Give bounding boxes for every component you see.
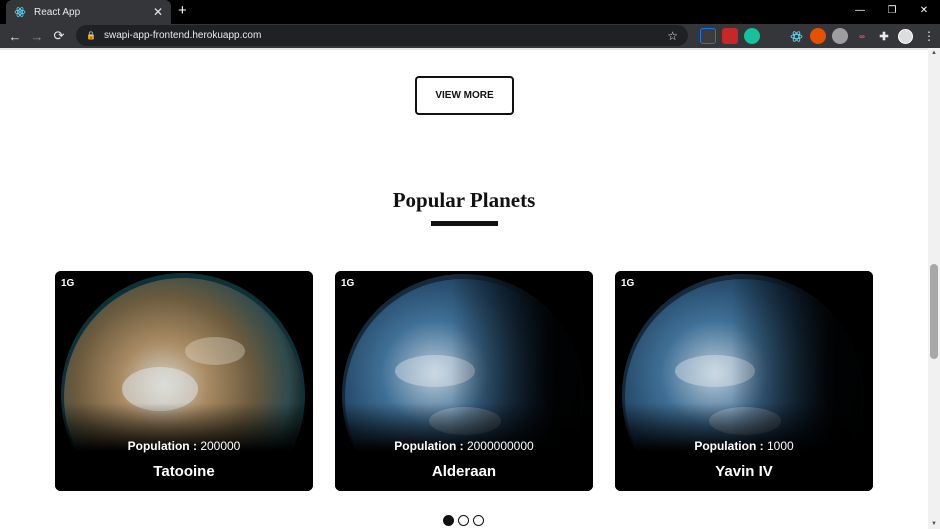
planet-card[interactable]: 1G Population : 1000 Yavin IV <box>615 271 873 491</box>
browser-menu-icon[interactable]: ⋮ <box>923 29 935 43</box>
reload-button[interactable]: ⟳ <box>48 28 70 44</box>
url-text[interactable]: swapi-app-frontend.herokuapp.com <box>104 30 667 41</box>
population-value: 2000000000 <box>466 439 534 453</box>
scroll-up-icon[interactable]: ▲ <box>931 50 937 56</box>
extensions-bar: ∞ ✚ ⋮ <box>700 28 935 44</box>
extension-pen-icon[interactable] <box>700 28 716 44</box>
resolution-badge: 1G <box>61 278 75 289</box>
page-content: VIEW MORE Popular Planets 1G Population … <box>0 50 928 529</box>
new-tab-button[interactable]: + <box>178 3 187 19</box>
restore-button[interactable]: ❐ <box>876 0 908 24</box>
planet-image <box>335 271 593 491</box>
extension-react-devtools-icon[interactable] <box>788 28 804 44</box>
section-title: Popular Planets <box>392 188 536 212</box>
close-window-button[interactable]: ✕ <box>908 0 940 24</box>
lock-icon: 🔒 <box>86 31 96 40</box>
population-value: 1000 <box>766 439 794 453</box>
population-text: Population : 200000 <box>55 439 313 453</box>
view-more-button[interactable]: VIEW MORE <box>415 76 514 115</box>
extension-grammarly-icon[interactable] <box>744 28 760 44</box>
forward-button[interactable]: → <box>26 29 48 44</box>
tab-strip: React App ✕ + — ❐ ✕ <box>0 0 940 24</box>
planet-name: Tatooine <box>153 463 215 480</box>
address-bar[interactable]: 🔒 swapi-app-frontend.herokuapp.com ☆ <box>76 25 688 46</box>
carousel-pagination <box>443 515 484 526</box>
planet-card[interactable]: 1G Population : 200000 Tatooine <box>55 271 313 491</box>
carousel-dot-2[interactable] <box>458 515 469 526</box>
planet-name: Yavin IV <box>715 463 773 480</box>
scrollbar-thumb[interactable] <box>930 264 938 359</box>
extension-pdf-icon[interactable] <box>722 28 738 44</box>
tab-title: React App <box>34 6 81 18</box>
browser-tab[interactable]: React App ✕ <box>6 0 171 24</box>
planet-card[interactable]: 1G Population : 2000000000 Alderaan <box>335 271 593 491</box>
population-label: Population : <box>694 439 764 453</box>
bookmark-star-icon[interactable]: ☆ <box>667 29 678 43</box>
extensions-puzzle-icon[interactable]: ✚ <box>876 28 892 44</box>
back-button[interactable]: ← <box>4 29 26 44</box>
planet-name: Alderaan <box>431 463 497 480</box>
planet-image <box>615 271 873 491</box>
scroll-down-icon[interactable]: ▼ <box>931 521 937 527</box>
profile-avatar[interactable] <box>898 28 913 44</box>
population-text: Population : 1000 <box>615 439 873 453</box>
page-scrollbar[interactable]: ▲ ▼ <box>928 48 940 529</box>
minimize-button[interactable]: — <box>844 0 876 24</box>
extension-orange-icon[interactable] <box>810 28 826 44</box>
react-favicon-icon <box>14 6 26 18</box>
resolution-badge: 1G <box>341 278 355 289</box>
population-value: 200000 <box>200 439 241 453</box>
extension-gauge-icon[interactable] <box>832 28 848 44</box>
tab-close-icon[interactable]: ✕ <box>153 5 163 19</box>
resolution-badge: 1G <box>621 278 635 289</box>
planet-image <box>55 271 313 491</box>
extension-code-icon[interactable] <box>766 28 782 44</box>
population-text: Population : 2000000000 <box>335 439 593 453</box>
carousel-dot-3[interactable] <box>473 515 484 526</box>
browser-toolbar: ← → ⟳ 🔒 swapi-app-frontend.herokuapp.com… <box>0 24 940 48</box>
extension-glasses-icon[interactable]: ∞ <box>854 28 870 44</box>
title-underline <box>431 221 498 226</box>
population-label: Population : <box>127 439 197 453</box>
population-label: Population : <box>394 439 464 453</box>
carousel-dot-1[interactable] <box>443 515 454 526</box>
